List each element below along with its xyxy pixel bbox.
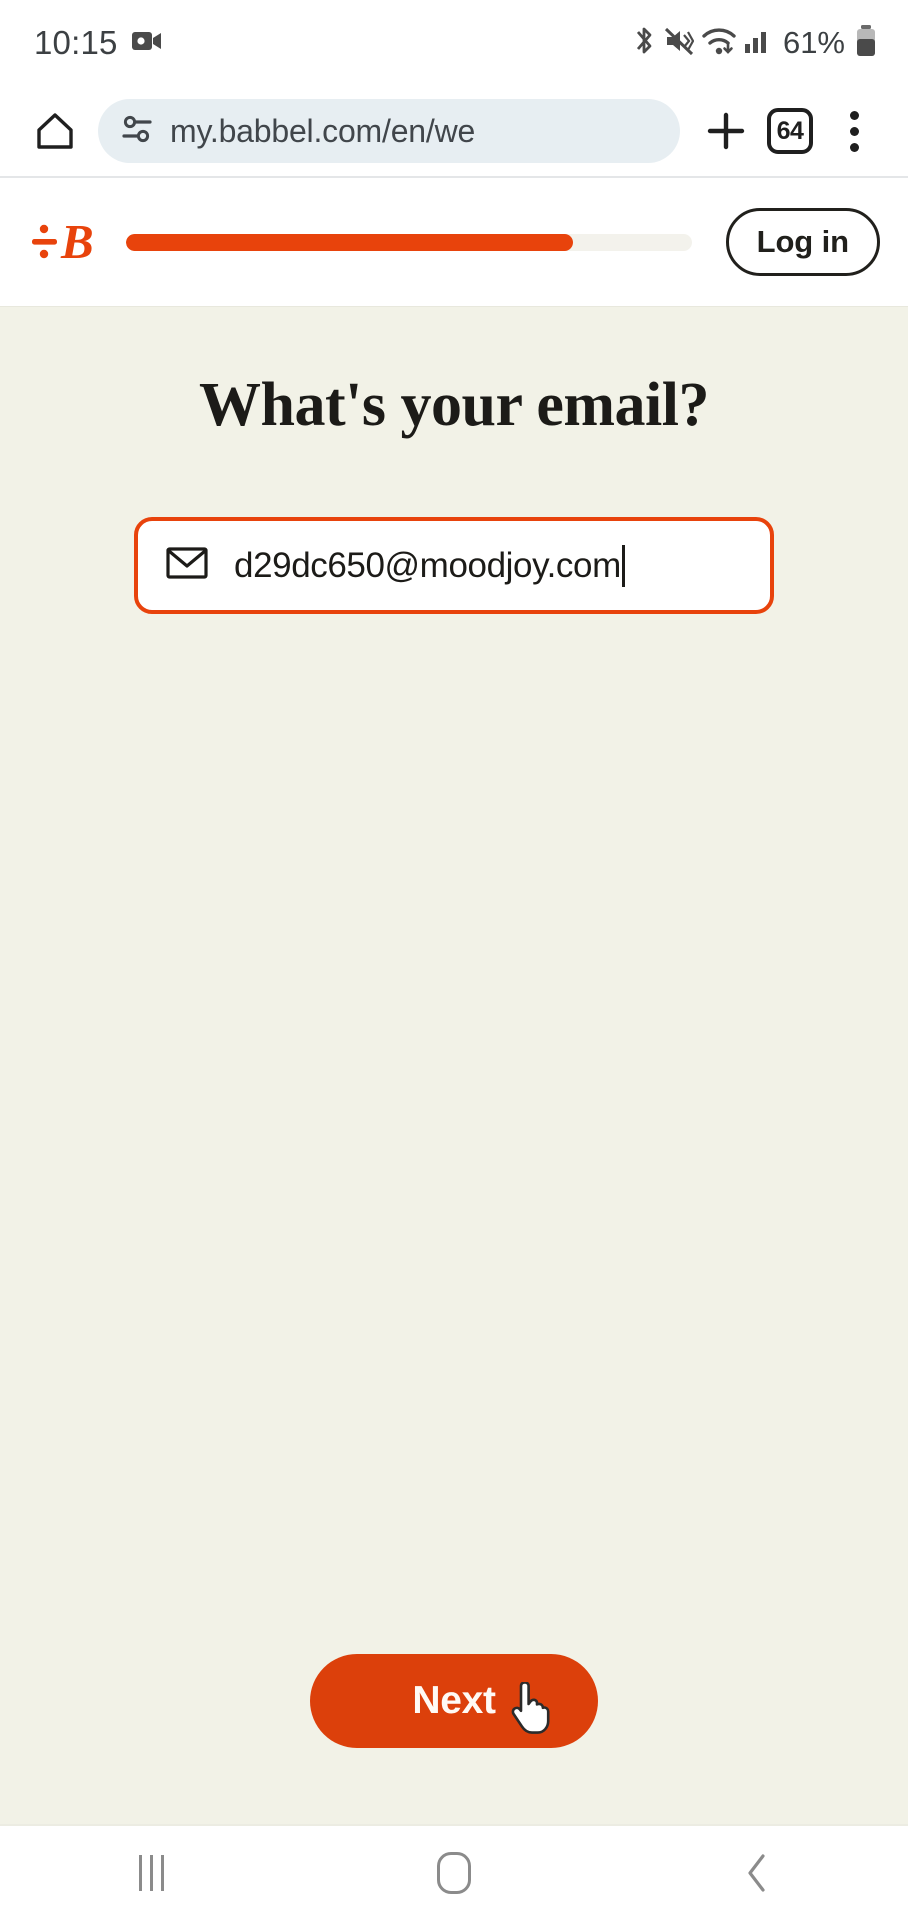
- overflow-menu-icon[interactable]: [822, 99, 886, 163]
- battery-icon: [854, 23, 878, 64]
- status-bar-left: 10:15: [34, 24, 162, 62]
- status-bar-right: 61%: [631, 0, 878, 86]
- browser-toolbar: my.babbel.com/en/we 64: [0, 86, 908, 176]
- url-bar[interactable]: my.babbel.com/en/we: [98, 99, 680, 163]
- site-settings-icon[interactable]: [120, 112, 154, 151]
- next-button-label: Next: [412, 1679, 496, 1722]
- tab-count-label: 64: [767, 108, 813, 154]
- cellular-signal-icon: [744, 24, 772, 63]
- home-square-glyph: [436, 1852, 471, 1894]
- back-icon[interactable]: [697, 1825, 817, 1920]
- envelope-icon: [166, 546, 208, 585]
- mute-vibrate-icon: [664, 24, 695, 63]
- signup-progress-bar: [126, 233, 692, 251]
- new-tab-icon[interactable]: [694, 99, 758, 163]
- screen-record-icon: [131, 29, 162, 58]
- main-content: What's your email? d29dc650@moodjoy.com …: [0, 306, 908, 1824]
- next-button-row: Next: [0, 1654, 908, 1748]
- svg-text:B: B: [60, 214, 94, 269]
- battery-percent-label: 61%: [782, 25, 845, 60]
- wifi-icon: [701, 24, 737, 63]
- bluetooth-icon: [631, 24, 657, 63]
- recents-glyph: [138, 1855, 164, 1891]
- next-button[interactable]: Next: [310, 1654, 598, 1748]
- tab-switcher-icon[interactable]: 64: [758, 99, 822, 163]
- text-caret: [621, 544, 625, 587]
- status-bar: 10:15 61%: [0, 0, 908, 86]
- email-input[interactable]: d29dc650@moodjoy.com: [134, 517, 774, 614]
- home-button-icon[interactable]: [394, 1825, 514, 1920]
- signup-progress-fill: [126, 233, 573, 251]
- android-navigation-bar: [0, 1824, 908, 1920]
- babbel-logo-icon[interactable]: B: [26, 213, 104, 271]
- page-title: What's your email?: [199, 371, 709, 439]
- home-icon[interactable]: [24, 100, 86, 162]
- phone-screen: 10:15 61% my.babbel.com/en/we 64 B Log i…: [0, 0, 908, 1920]
- recents-icon[interactable]: [91, 1825, 211, 1920]
- email-input-value[interactable]: d29dc650@moodjoy.com: [234, 546, 621, 586]
- overflow-dots: [849, 110, 859, 152]
- login-button[interactable]: Log in: [725, 208, 880, 276]
- mouse-cursor-pointer-icon: [508, 1681, 552, 1744]
- url-text[interactable]: my.babbel.com/en/we: [170, 113, 475, 150]
- babbel-header: B Log in: [0, 178, 908, 306]
- status-clock: 10:15: [34, 24, 118, 61]
